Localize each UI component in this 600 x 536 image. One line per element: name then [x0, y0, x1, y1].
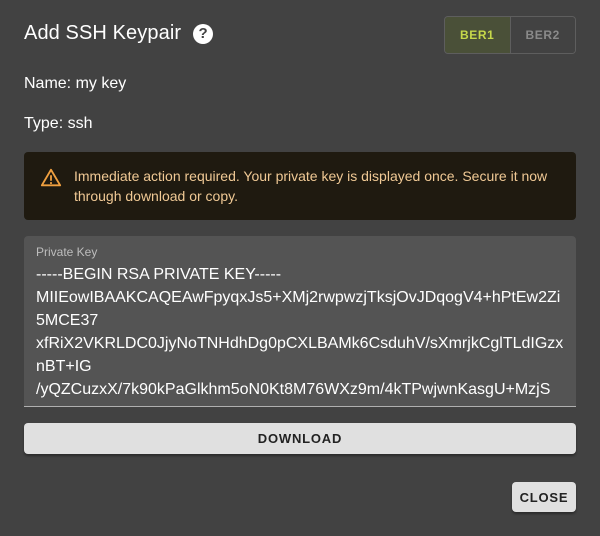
toggle-ber1[interactable]: BER1	[445, 17, 510, 53]
region-toggle-group: BER1 BER2	[444, 16, 576, 54]
download-button[interactable]: DOWNLOAD	[24, 423, 576, 454]
dialog-title: Add SSH Keypair	[24, 22, 182, 44]
close-button[interactable]: CLOSE	[512, 482, 576, 512]
keypair-type: Type: ssh	[24, 115, 93, 132]
private-key-textarea[interactable]: -----BEGIN RSA PRIVATE KEY----- MIIEowIB…	[36, 263, 564, 401]
dialog-header: Add SSH Keypair ?	[24, 22, 214, 45]
question-circle-icon[interactable]: ?	[193, 23, 214, 44]
private-key-label: Private Key	[36, 245, 98, 259]
toggle-ber2[interactable]: BER2	[509, 17, 575, 53]
warning-alert: Immediate action required. Your private …	[24, 152, 576, 220]
alert-message: Immediate action required. Your private …	[74, 168, 548, 204]
add-ssh-keypair-dialog: Add SSH Keypair ? BER1 BER2 Name: my key…	[0, 0, 600, 536]
private-key-field[interactable]: Private Key -----BEGIN RSA PRIVATE KEY--…	[24, 236, 576, 407]
warning-triangle-icon	[40, 168, 62, 187]
keypair-name: Name: my key	[24, 75, 127, 92]
